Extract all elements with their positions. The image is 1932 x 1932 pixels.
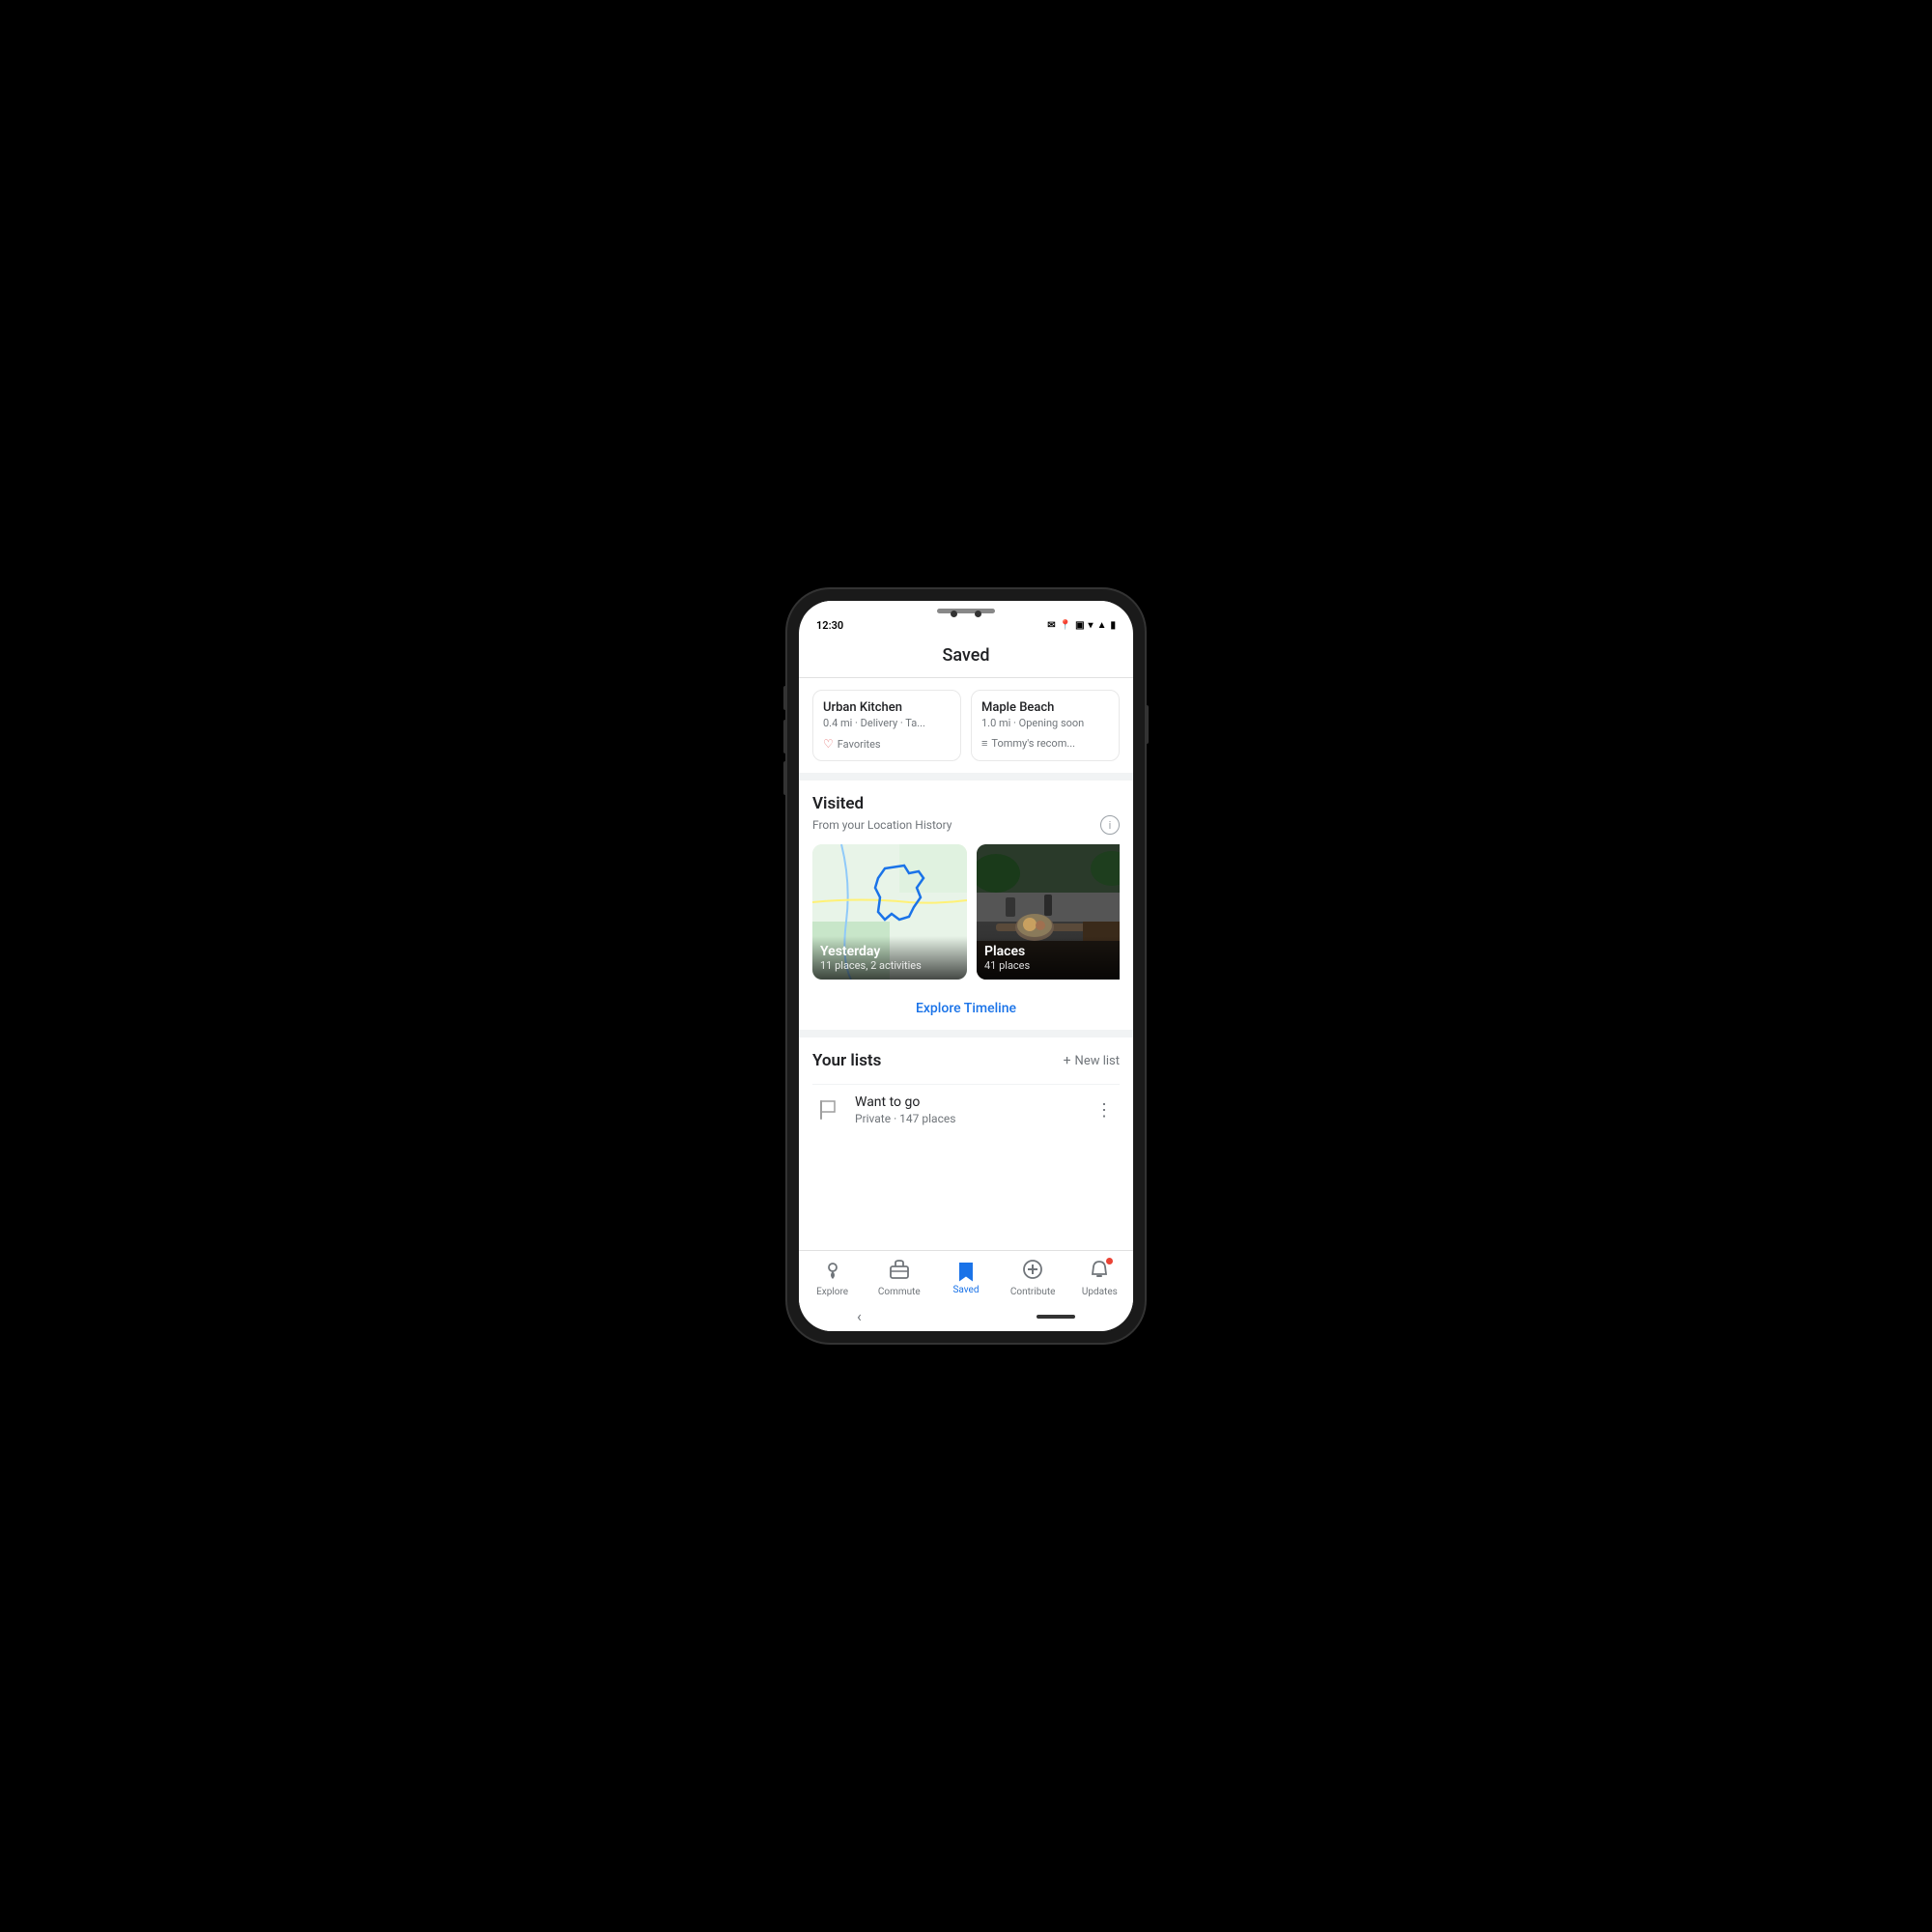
place-card-maple-beach[interactable]: Maple Beach 1.0 mi · Opening soon ≡ Tomm… (971, 690, 1120, 761)
power-button (1145, 705, 1149, 744)
nav-item-contribute[interactable]: Contribute (1008, 1259, 1058, 1297)
saved-icon (956, 1262, 976, 1283)
explore-label: Explore (816, 1287, 848, 1297)
lists-section: Your lists + New list Want to go (799, 1037, 1133, 1135)
heart-icon: ♡ (823, 737, 834, 751)
visited-subtitle: From your Location History (812, 818, 952, 832)
place-cards-row: Urban Kitchen 0.4 mi · Delivery · Ta... … (799, 678, 1133, 773)
place-card-info-2: 1.0 mi · Opening soon (981, 717, 1109, 729)
phone-frame: 12:30 ✉ 📍 ▣ ▾ ▲ ▮ Saved Urban Kitchen 0.… (787, 589, 1145, 1343)
place-card-tag-2: ≡ Tommy's recom... (981, 737, 1109, 750)
list-item-want-to-go[interactable]: Want to go Private · 147 places ⋮ (812, 1084, 1120, 1135)
page-title: Saved (942, 645, 989, 666)
place-card-tag-label: Favorites (838, 738, 881, 751)
place-card-name-2: Maple Beach (981, 700, 1109, 715)
signal-icon: ▲ (1097, 620, 1107, 631)
timeline-card-subtitle-places: 41 places (984, 959, 1120, 972)
explore-timeline-label: Explore Timeline (916, 1001, 1016, 1016)
flag-icon (812, 1094, 843, 1125)
lists-header: Your lists + New list (812, 1051, 1120, 1070)
front-camera (951, 611, 957, 617)
info-icon[interactable]: i (1100, 815, 1120, 835)
explore-icon (822, 1259, 843, 1285)
silent-button (783, 761, 787, 795)
explore-timeline-button[interactable]: Explore Timeline (799, 987, 1133, 1030)
place-card-urban-kitchen[interactable]: Urban Kitchen 0.4 mi · Delivery · Ta... … (812, 690, 961, 761)
new-list-button[interactable]: + New list (1064, 1053, 1120, 1068)
status-bar: 12:30 ✉ 📍 ▣ ▾ ▲ ▮ (799, 617, 1133, 636)
nav-item-saved[interactable]: Saved (941, 1262, 991, 1295)
commute-nav-icon (889, 1259, 910, 1280)
flag-svg (818, 1099, 838, 1121)
phone-screen: 12:30 ✉ 📍 ▣ ▾ ▲ ▮ Saved Urban Kitchen 0.… (799, 601, 1133, 1331)
back-arrow[interactable]: ‹ (857, 1307, 862, 1325)
updates-label: Updates (1082, 1287, 1118, 1297)
place-card-info: 0.4 mi · Delivery · Ta... (823, 717, 951, 729)
place-card-tag: ♡ Favorites (823, 737, 951, 751)
wifi-icon: ▾ (1089, 620, 1094, 631)
timeline-card-yesterday[interactable]: Yesterday 11 places, 2 activities (812, 844, 967, 980)
notch-area (799, 601, 1133, 617)
scroll-area[interactable]: Urban Kitchen 0.4 mi · Delivery · Ta... … (799, 678, 1133, 1250)
place-card-tag-label-2: Tommy's recom... (991, 737, 1075, 750)
commute-label: Commute (878, 1287, 921, 1297)
visited-subtitle-row: From your Location History i (812, 815, 1120, 835)
list-item-name: Want to go (855, 1094, 1089, 1110)
gmail-icon: ✉ (1047, 620, 1055, 631)
nav-item-updates[interactable]: Updates (1074, 1259, 1124, 1297)
updates-icon (1089, 1259, 1110, 1285)
bookmark-shape (959, 1263, 973, 1282)
sensor-dot (975, 611, 981, 617)
location-icon: 📍 (1060, 620, 1071, 631)
vol-down-button (783, 720, 787, 753)
commute-icon (889, 1259, 910, 1285)
home-indicator: ‹ (799, 1301, 1133, 1331)
nav-item-commute[interactable]: Commute (874, 1259, 924, 1297)
contribute-label: Contribute (1010, 1287, 1056, 1297)
visited-section: Visited From your Location History i (799, 781, 1133, 987)
notification-badge (1105, 1257, 1114, 1265)
timeline-card-subtitle-yesterday: 11 places, 2 activities (820, 959, 959, 972)
bottom-nav: Explore Commute Saved (799, 1250, 1133, 1301)
timeline-card-title-places: Places (984, 944, 1120, 959)
new-list-label: New list (1075, 1054, 1120, 1068)
list-more-button[interactable]: ⋮ (1089, 1094, 1120, 1125)
timeline-card-overlay-places: Places 41 places (977, 936, 1120, 980)
contribute-nav-icon (1022, 1259, 1043, 1280)
lines-icon: ≡ (981, 737, 987, 750)
list-item-meta: Private · 147 places (855, 1112, 1089, 1125)
timeline-card-title-yesterday: Yesterday (820, 944, 959, 959)
app-header: Saved (799, 636, 1133, 678)
battery-icon: ▮ (1110, 620, 1116, 631)
nav-item-explore[interactable]: Explore (808, 1259, 858, 1297)
list-item-info: Want to go Private · 147 places (855, 1094, 1089, 1125)
status-icons: ✉ 📍 ▣ ▾ ▲ ▮ (1047, 620, 1116, 631)
explore-nav-icon (822, 1259, 843, 1280)
section-divider-1 (799, 773, 1133, 781)
status-time: 12:30 (816, 619, 843, 632)
visited-title: Visited (812, 794, 1120, 813)
timeline-cards: Yesterday 11 places, 2 activities (812, 844, 1120, 980)
saved-label: Saved (952, 1285, 979, 1295)
timeline-card-places[interactable]: Places 41 places (977, 844, 1120, 980)
plus-icon: + (1064, 1053, 1071, 1068)
camera-area (923, 611, 1009, 617)
place-card-name: Urban Kitchen (823, 700, 951, 715)
timeline-card-overlay-yesterday: Yesterday 11 places, 2 activities (812, 936, 967, 980)
vol-up-button (783, 686, 787, 710)
home-pill[interactable] (1037, 1315, 1075, 1319)
section-divider-2 (799, 1030, 1133, 1037)
lists-title: Your lists (812, 1051, 881, 1070)
vibrate-icon: ▣ (1075, 620, 1084, 631)
contribute-icon (1022, 1259, 1043, 1285)
